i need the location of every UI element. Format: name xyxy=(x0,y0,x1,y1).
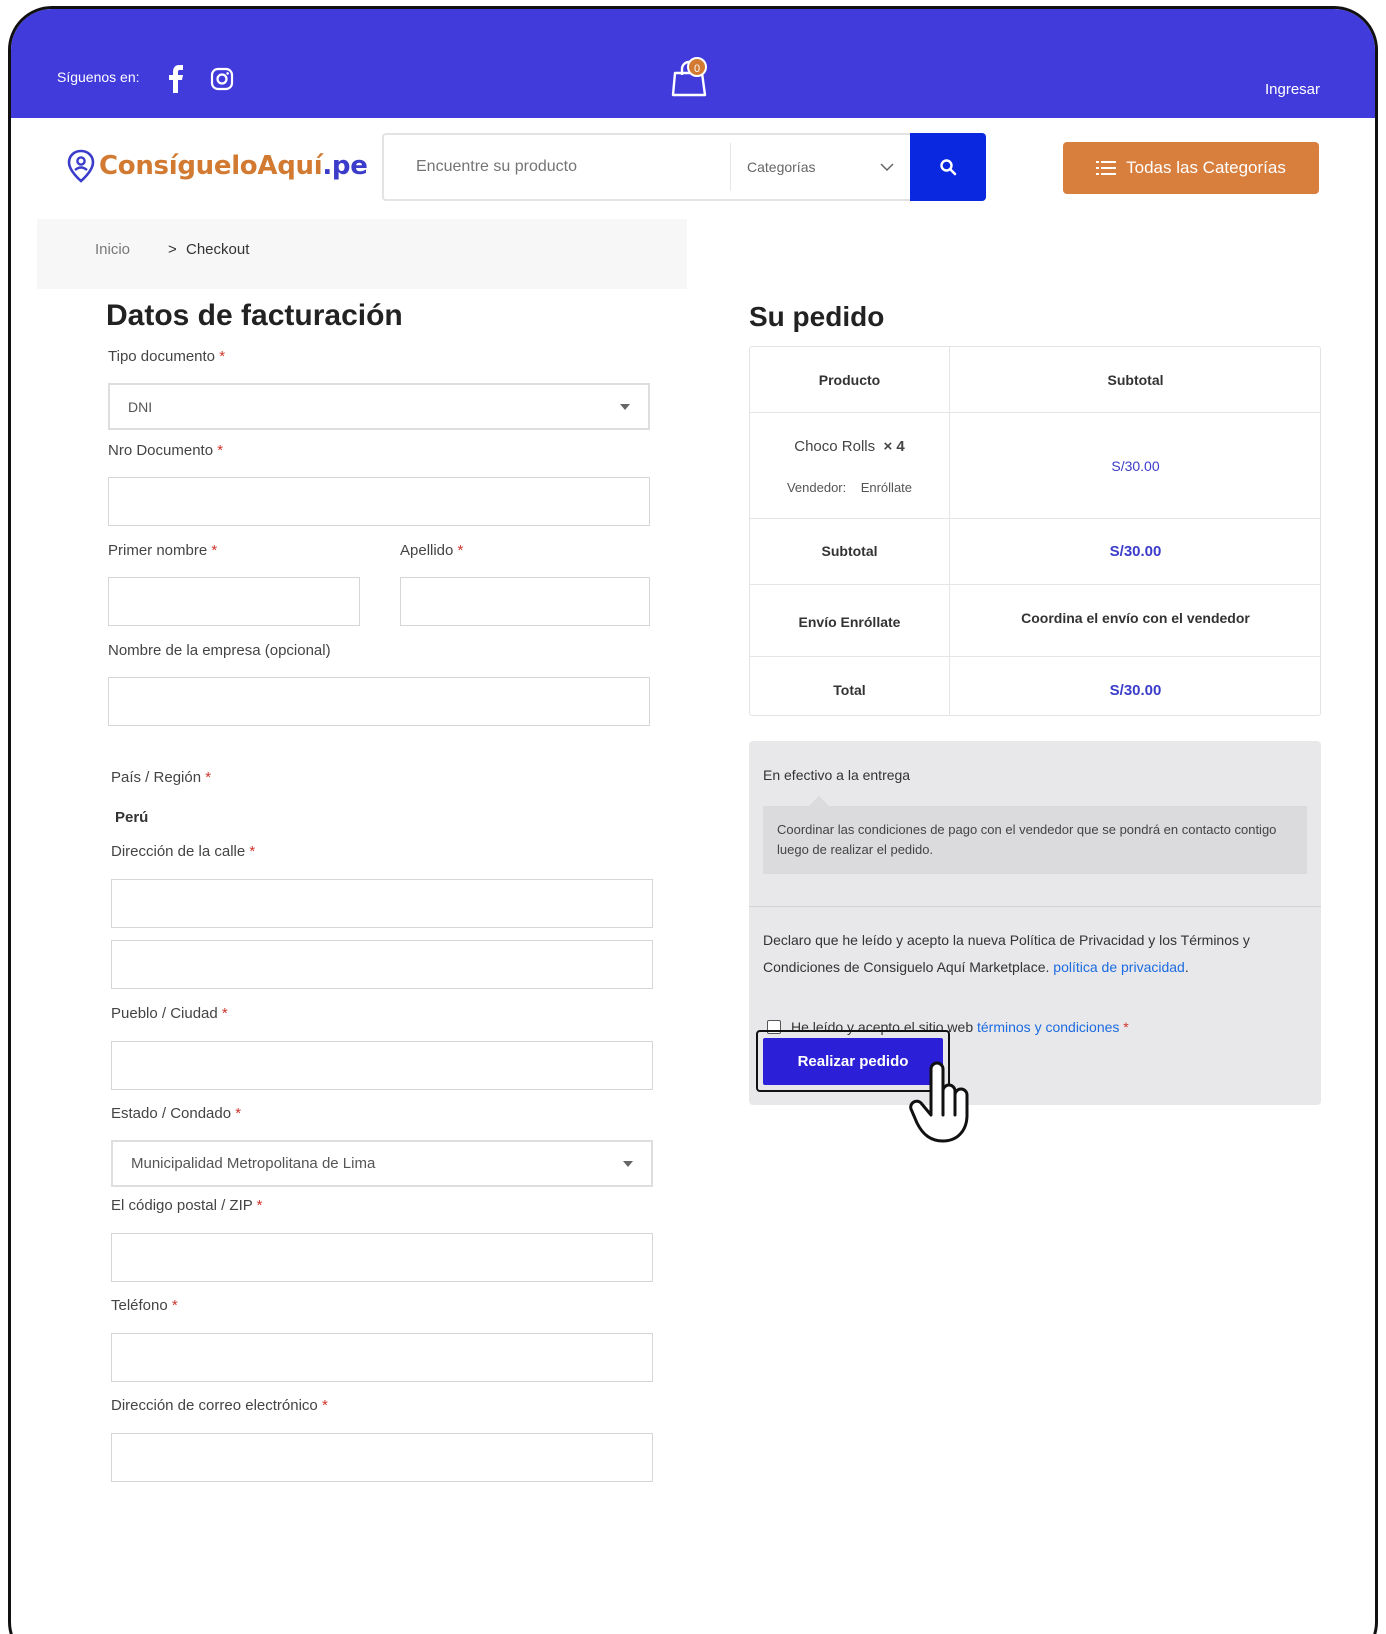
state-label: Estado / Condado * xyxy=(111,1105,242,1122)
shipping-label: Envío Enróllate xyxy=(798,614,901,630)
order-table: Producto Subtotal Choco Rolls × 4 Vended… xyxy=(749,346,1321,716)
country-label: País / Región * xyxy=(111,769,212,786)
shipping-value: Coordina el envío con el vendedor xyxy=(1021,610,1250,626)
total-value: S/30.00 xyxy=(1109,682,1162,699)
col-product-header: Producto xyxy=(818,372,881,388)
doc-number-input[interactable] xyxy=(108,477,650,526)
billing-title: Datos de facturación xyxy=(106,299,403,332)
city-label: Pueblo / Ciudad * xyxy=(111,1005,228,1022)
table-header-row: Producto Subtotal xyxy=(750,347,1320,413)
doc-number-label: Nro Documento * xyxy=(108,442,224,459)
table-row: Choco Rolls × 4 Vendedor: Enróllate S/30… xyxy=(750,413,1320,519)
last-name-label: Apellido * xyxy=(400,542,464,559)
first-name-input[interactable] xyxy=(108,577,360,626)
city-input[interactable] xyxy=(111,1041,653,1090)
table-row: Subtotal S/30.00 xyxy=(750,519,1320,585)
caret-down-icon xyxy=(620,403,630,410)
breadcrumb-separator: > xyxy=(168,241,177,258)
location-pin-icon xyxy=(67,149,95,183)
phone-label: Teléfono * xyxy=(111,1297,178,1314)
search-bar: Categorías xyxy=(382,133,986,201)
all-categories-label: Todas las Categorías xyxy=(1126,158,1286,177)
total-label: Total xyxy=(833,682,866,698)
privacy-notice: Declaro que he leído y acepto la nueva P… xyxy=(763,932,1250,975)
divider xyxy=(749,906,1321,907)
doc-type-label: Tipo documento * xyxy=(108,348,226,365)
site-logo[interactable]: ConsígueloAquí.pe xyxy=(67,149,368,183)
state-select[interactable]: Municipalidad Metropolitana de Lima xyxy=(111,1140,653,1187)
category-select-label: Categorías xyxy=(747,159,816,175)
first-name-label: Primer nombre * xyxy=(108,542,218,559)
logo-suffix-text: .pe xyxy=(322,151,368,181)
order-title: Su pedido xyxy=(749,301,885,332)
search-icon xyxy=(940,159,957,176)
table-row: Total S/30.00 xyxy=(750,657,1320,717)
privacy-policy-link[interactable]: política de privacidad xyxy=(1053,959,1185,975)
last-name-input[interactable] xyxy=(400,577,650,626)
payment-description: Coordinar las condiciones de pago con el… xyxy=(763,806,1307,874)
payment-box-arrow xyxy=(809,796,829,806)
search-button[interactable] xyxy=(910,133,986,201)
top-bar: Síguenos en: 0 Ingresar xyxy=(11,9,1375,118)
zip-input[interactable] xyxy=(111,1233,653,1282)
company-label: Nombre de la empresa (opcional) xyxy=(108,642,331,659)
breadcrumb-home[interactable]: Inicio xyxy=(95,241,130,258)
email-label: Dirección de correo electrónico * xyxy=(111,1397,328,1414)
item-price: S/30.00 xyxy=(1111,458,1160,474)
street-input-line2[interactable] xyxy=(111,940,653,989)
facebook-icon[interactable] xyxy=(167,65,185,93)
logo-main-text: ConsígueloAquí xyxy=(99,151,323,181)
terms-link[interactable]: términos y condiciones xyxy=(977,1019,1119,1035)
search-input[interactable] xyxy=(384,135,730,199)
login-link[interactable]: Ingresar xyxy=(1265,81,1320,98)
follow-label: Síguenos en: xyxy=(57,69,140,85)
cart-button[interactable]: 0 xyxy=(669,57,709,99)
table-row: Envío Enróllate Coordina el envío con el… xyxy=(750,585,1320,657)
item-vendor: Vendedor: Enróllate xyxy=(786,480,913,495)
breadcrumb-current: Checkout xyxy=(186,241,250,258)
payment-panel: En efectivo a la entrega Coordinar las c… xyxy=(749,741,1321,1105)
caret-down-icon xyxy=(623,1160,633,1167)
instagram-icon[interactable] xyxy=(210,67,234,91)
category-select[interactable]: Categorías xyxy=(730,143,910,191)
state-value: Municipalidad Metropolitana de Lima xyxy=(131,1155,376,1172)
street-input-line1[interactable] xyxy=(111,879,653,928)
hand-pointer-icon xyxy=(909,1061,969,1143)
phone-input[interactable] xyxy=(111,1333,653,1382)
doc-type-select[interactable]: DNI xyxy=(108,383,650,430)
country-value: Perú xyxy=(115,809,149,826)
company-input[interactable] xyxy=(108,677,650,726)
all-categories-button[interactable]: Todas las Categorías xyxy=(1063,142,1319,194)
subtotal-label: Subtotal xyxy=(821,543,878,559)
item-name: Choco Rolls × 4 xyxy=(794,438,905,455)
zip-label: El código postal / ZIP * xyxy=(111,1197,263,1214)
email-input[interactable] xyxy=(111,1433,653,1482)
street-label: Dirección de la calle * xyxy=(111,843,256,860)
list-icon xyxy=(1096,161,1117,175)
doc-type-value: DNI xyxy=(128,398,153,415)
breadcrumb: Inicio > Checkout xyxy=(37,219,687,289)
payment-method-label: En efectivo a la entrega xyxy=(763,767,911,783)
subtotal-value: S/30.00 xyxy=(1109,543,1162,560)
cart-count-badge: 0 xyxy=(687,57,707,77)
chevron-down-icon xyxy=(880,163,894,171)
col-subtotal-header: Subtotal xyxy=(1107,372,1164,388)
page-frame: Síguenos en: 0 Ingresar ConsígueloAquí.p… xyxy=(8,6,1378,1634)
